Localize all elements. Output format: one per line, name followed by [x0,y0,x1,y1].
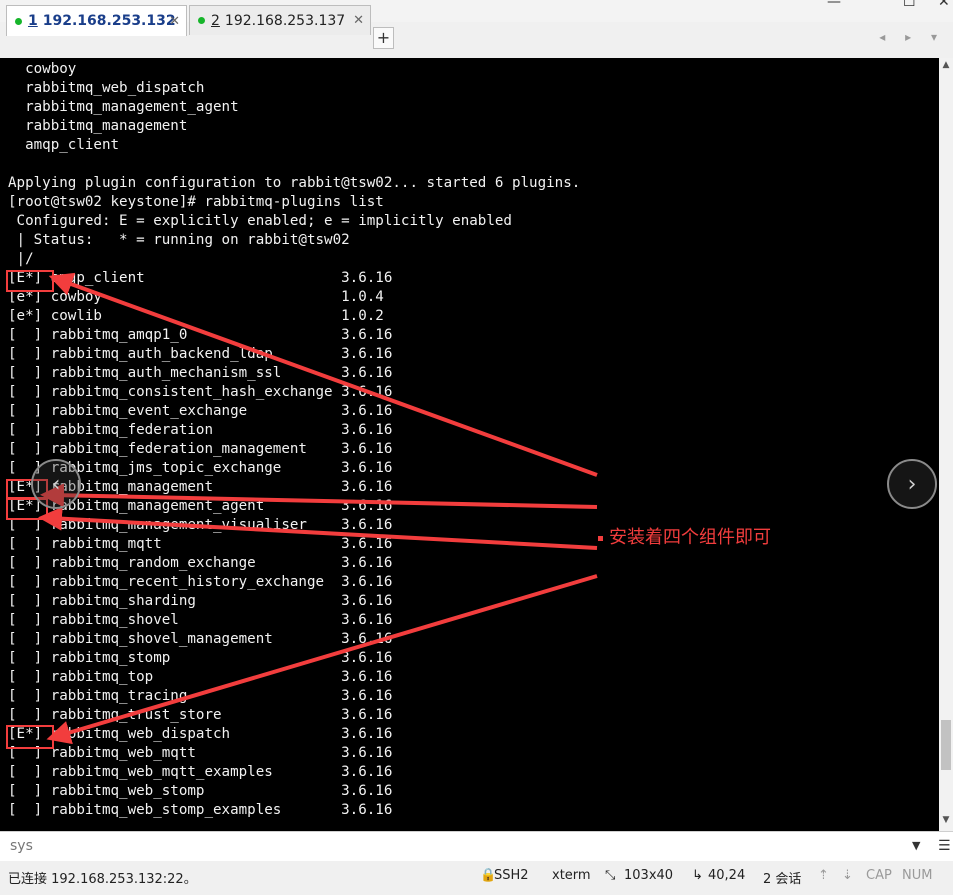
scroll-up-icon[interactable]: ▲ [939,60,953,70]
highlight-box [6,725,54,749]
terminal-line: rabbitmq_management [8,118,188,134]
terminal-line: [ ] rabbitmq_federation_management 3.6.1… [8,441,393,457]
terminal-line: [ ] rabbitmq_amqp1_0 3.6.16 [8,327,393,343]
previous-button[interactable]: ‹ [31,459,81,509]
tab-session-1[interactable]: 1 192.168.253.132 ✕ [6,5,187,36]
terminal-line: [ ] rabbitmq_web_stomp 3.6.16 [8,783,393,799]
terminal-line: [ ] rabbitmq_auth_mechanism_ssl 3.6.16 [8,365,393,381]
terminal-line: [ ] rabbitmq_federation 3.6.16 [8,422,393,438]
terminal-line: |/ [8,251,34,267]
tab-session-2[interactable]: 2 192.168.253.137 ✕ [189,5,371,35]
terminal-line: [ ] rabbitmq_shovel_management 3.6.16 [8,631,393,647]
download-arrow-icon: ⇣ [842,868,853,883]
tab-label: 192.168.253.137 [224,12,346,29]
terminal-line: rabbitmq_web_dispatch [8,80,205,96]
tab-number: 2 [211,12,220,29]
tab-navigation-arrows[interactable]: ◂ ▸ ▾ [879,30,945,44]
terminal-line: | Status: * = running on rabbit@tsw02 [8,232,350,248]
terminal-line: Configured: E = explicitly enabled; e = … [8,213,512,229]
connection-status: 已连接 192.168.253.132:22。 [8,872,197,887]
terminal-line: [e*] cowlib 1.0.2 [8,308,384,324]
terminal-line: rabbitmq_management_agent [8,99,239,115]
menu-icon[interactable]: ☰ [938,838,951,854]
terminal-output[interactable]: cowboy rabbitmq_web_dispatch rabbitmq_ma… [0,58,939,831]
add-tab-button[interactable]: + [373,27,394,49]
close-window-button[interactable]: ✕ [938,0,950,10]
upload-arrow-icon: ⇡ [818,868,829,883]
minimize-button[interactable]: — [827,0,841,10]
tab-number: 1 [28,13,38,29]
terminal-line: [ ] rabbitmq_stomp 3.6.16 [8,650,393,666]
command-input-bar[interactable]: sys ▼ ☰ [0,831,953,862]
terminal-line: [ ] rabbitmq_mqtt 3.6.16 [8,536,393,552]
maximize-button[interactable]: ☐ [903,0,916,10]
scroll-down-icon[interactable]: ▼ [939,815,953,825]
terminal-size-status: 103x40 [624,868,674,883]
highlight-box [6,270,54,292]
caps-lock-status: CAP [866,868,892,883]
scrollbar-thumb[interactable] [941,720,951,770]
cursor-position-status: 40,24 [708,868,746,883]
close-tab-icon[interactable]: ✕ [353,13,364,28]
close-tab-icon[interactable]: ✕ [169,14,180,29]
connected-status-icon [15,17,22,25]
terminal-line: [root@tsw02 keystone]# rabbitmq-plugins … [8,194,384,210]
terminal-line: [ ] rabbitmq_consistent_hash_exchange 3.… [8,384,393,400]
resize-icon: ⤡ [605,868,616,883]
terminal-line: Applying plugin configuration to rabbit@… [8,175,581,191]
terminal-line: [E*] amqp_client 3.6.16 [8,270,393,286]
terminal-line: [ ] rabbitmq_trust_store 3.6.16 [8,707,393,723]
terminal-line: [ ] rabbitmq_web_mqtt_examples 3.6.16 [8,764,393,780]
terminal-type-status: xterm [552,868,591,883]
terminal-scrollbar[interactable]: ▲ ▼ [939,58,953,831]
command-input[interactable]: sys [10,838,33,854]
terminal-line: [E*] rabbitmq_web_dispatch 3.6.16 [8,726,393,742]
terminal-line: amqp_client [8,137,120,153]
session-count-status: 2 会话 [763,872,802,887]
terminal-line: [ ] rabbitmq_recent_history_exchange 3.6… [8,574,393,590]
terminal-line: [ ] rabbitmq_web_mqtt 3.6.16 [8,745,393,761]
protocol-status: SSH2 [494,868,529,883]
terminal-line: [ ] rabbitmq_top 3.6.16 [8,669,393,685]
status-bar: 已连接 192.168.253.132:22。 🔒 SSH2 xterm ⤡ 1… [0,861,953,895]
terminal-line: [ ] rabbitmq_tracing 3.6.16 [8,688,393,704]
terminal-line: [ ] rabbitmq_auth_backend_ldap 3.6.16 [8,346,393,362]
terminal-line: [e*] cowboy 1.0.4 [8,289,384,305]
tab-label: 192.168.253.132 [42,13,176,29]
next-button[interactable]: › [887,459,937,509]
annotation-text: 安装着四个组件即可 [609,527,771,548]
bullet-icon [598,535,603,541]
terminal-line: [ ] rabbitmq_random_exchange 3.6.16 [8,555,393,571]
annotation-label: 安装着四个组件即可 [598,523,771,549]
cursor-icon: ↳ [692,868,703,883]
terminal-line: [ ] rabbitmq_shovel 3.6.16 [8,612,393,628]
num-lock-status: NUM [902,868,933,883]
connected-status-icon [198,17,205,24]
terminal-line: cowboy [8,61,77,77]
terminal-line: [ ] rabbitmq_web_stomp_examples 3.6.16 [8,802,393,818]
terminal-line: [ ] rabbitmq_event_exchange 3.6.16 [8,403,393,419]
chevron-down-icon[interactable]: ▼ [912,839,920,852]
terminal-line: [ ] rabbitmq_sharding 3.6.16 [8,593,393,609]
terminal-line: [ ] rabbitmq_management_visualiser 3.6.1… [8,517,393,533]
